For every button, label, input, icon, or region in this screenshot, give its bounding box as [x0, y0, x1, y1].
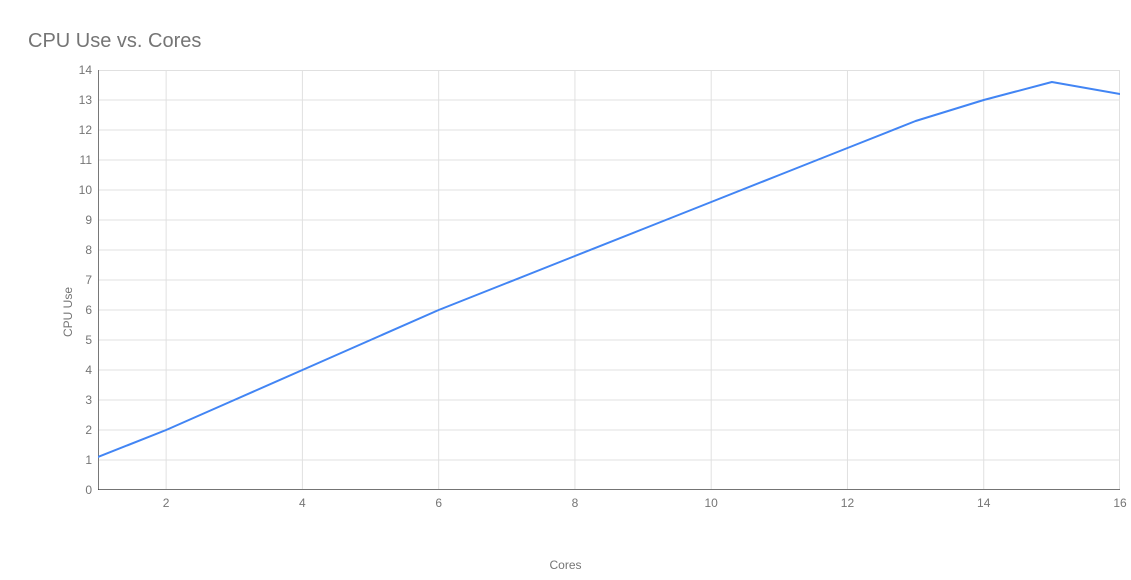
chart-title: CPU Use vs. Cores	[28, 30, 201, 53]
chart-svg	[98, 70, 1120, 490]
y-tick-label: 13	[62, 93, 92, 107]
x-tick-label: 8	[572, 496, 579, 510]
x-tick-label: 6	[435, 496, 442, 510]
x-axis-label: Cores	[0, 558, 1131, 572]
x-tick-label: 16	[1113, 496, 1126, 510]
y-tick-label: 11	[62, 153, 92, 167]
y-tick-label: 1	[62, 453, 92, 467]
y-tick-label: 7	[62, 273, 92, 287]
x-tick-label: 4	[299, 496, 306, 510]
y-tick-label: 9	[62, 213, 92, 227]
x-tick-label: 2	[163, 496, 170, 510]
y-tick-label: 3	[62, 393, 92, 407]
y-tick-label: 6	[62, 303, 92, 317]
y-tick-label: 0	[62, 483, 92, 497]
x-tick-label: 10	[705, 496, 718, 510]
x-tick-label: 12	[841, 496, 854, 510]
y-tick-label: 4	[62, 363, 92, 377]
y-tick-label: 14	[62, 63, 92, 77]
x-tick-label: 14	[977, 496, 990, 510]
y-tick-label: 12	[62, 123, 92, 137]
y-tick-label: 10	[62, 183, 92, 197]
plot-region	[98, 70, 1120, 490]
y-tick-label: 5	[62, 333, 92, 347]
chart-area: CPU Use 01234567891011121314246810121416	[60, 70, 1120, 510]
y-tick-label: 8	[62, 243, 92, 257]
y-tick-label: 2	[62, 423, 92, 437]
